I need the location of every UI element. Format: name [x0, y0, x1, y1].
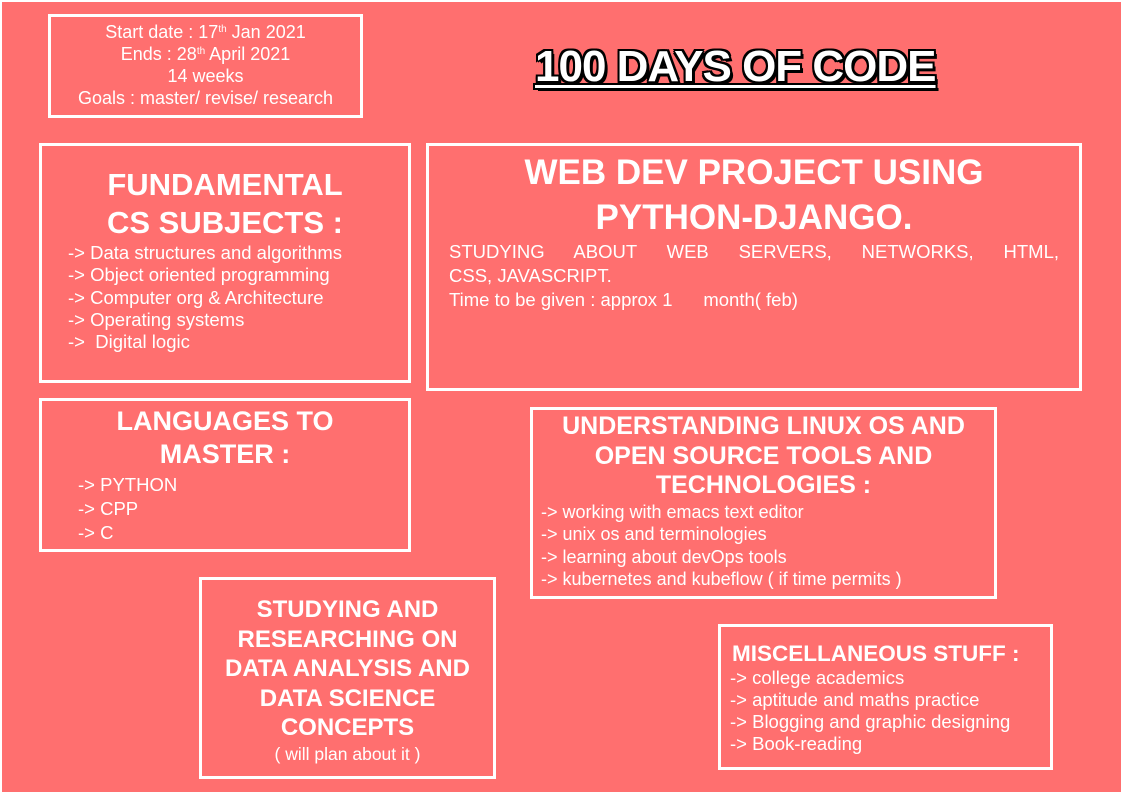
web-dev-text-line2: CSS, JAVASCRIPT. [449, 265, 612, 286]
data-science-heading-line: CONCEPTS [280, 714, 415, 741]
start-date: Start date : 17th Jan 2021 [51, 21, 360, 43]
linux-heading-line3: TECHNOLOGIES : [655, 471, 872, 499]
languages-heading: LANGUAGES TO MASTER : [42, 405, 408, 471]
data-science-heading-line: STUDYING AND [256, 596, 439, 623]
linux-heading: UNDERSTANDING LINUX OS AND OPEN SOURCE T… [533, 412, 994, 501]
data-science-heading-line: DATA ANALYSIS AND [225, 655, 470, 682]
start-date-sup: th [218, 24, 227, 35]
poster-title: 100 DAYS OF CODE [535, 42, 937, 91]
languages-heading-line2: MASTER : [159, 439, 291, 469]
list-item: -> unix os and terminologies [541, 524, 767, 544]
data-science-note: ( will plan about it ) [274, 743, 421, 764]
list-item: -> Data structures and algorithms [68, 242, 343, 263]
web-dev-heading-line2: PYTHON-DJANGO. [595, 198, 913, 237]
list-item: -> Computer org & Architecture [68, 286, 324, 308]
end-date-sup: th [196, 46, 206, 57]
languages-box: LANGUAGES TO MASTER : -> PYTHON -> CPP -… [39, 398, 411, 552]
data-science-heading-line: DATA SCIENCE [259, 684, 436, 712]
misc-heading: MISCELLANEOUS STUFF : [732, 641, 1020, 666]
list-item: -> working with emacs text editor [541, 501, 804, 522]
goals-text: Goals : master/ revise/ research [77, 88, 334, 108]
list-item: -> Digital logic [68, 331, 190, 353]
start-date-prefix: Start date : 17 [105, 22, 219, 42]
fundamental-heading: FUNDAMENTAL CS SUBJECTS : [42, 166, 408, 242]
fundamental-list: -> Data structures and algorithms -> Obj… [68, 242, 408, 353]
languages-list: -> PYTHON -> CPP -> C [78, 473, 408, 545]
misc-list: -> college academics -> aptitude and mat… [730, 667, 1050, 755]
list-item: -> Object oriented programming [68, 264, 330, 286]
fundamental-cs-box: FUNDAMENTAL CS SUBJECTS : -> Data struct… [39, 143, 411, 383]
web-dev-time-line: Time to be given : approx 1 month( feb) [449, 289, 798, 310]
linux-heading-line2: OPEN SOURCE TOOLS AND [594, 441, 933, 470]
list-item: -> Book-reading [730, 733, 863, 754]
data-science-box: STUDYING AND RESEARCHING ON DATA ANALYSI… [199, 577, 496, 779]
miscellaneous-box: MISCELLANEOUS STUFF : -> college academi… [718, 624, 1053, 770]
list-item: -> college academics [730, 667, 905, 688]
web-dev-heading-line1: WEB DEV PROJECT USING [524, 153, 984, 192]
schedule-info-box: Start date : 17th Jan 2021 Ends : 28th A… [48, 14, 363, 118]
list-item: -> aptitude and maths practice [730, 689, 980, 710]
data-science-heading: STUDYING AND RESEARCHING ON DATA ANALYSI… [202, 595, 493, 743]
poster-sheet: Start date : 17th Jan 2021 Ends : 28th A… [2, 2, 1121, 792]
end-date: Ends : 28th April 2021 [51, 43, 360, 65]
data-science-heading-line: RESEARCHING ON [237, 625, 458, 653]
list-item: -> learning about devOps tools [541, 546, 787, 567]
list-item: -> Blogging and graphic designing [730, 711, 1011, 732]
end-date-suffix: April 2021 [205, 44, 291, 64]
end-date-prefix: Ends : 28 [120, 44, 197, 64]
languages-heading-line1: LANGUAGES TO [116, 406, 334, 436]
list-item: -> PYTHON [78, 474, 178, 495]
web-dev-box: WEB DEV PROJECT USING PYTHON-DJANGO. STU… [426, 143, 1082, 391]
linux-opensource-box: UNDERSTANDING LINUX OS AND OPEN SOURCE T… [530, 407, 997, 599]
start-date-suffix: Jan 2021 [226, 22, 306, 42]
web-dev-text-line1: STUDYING ABOUT WEB SERVERS, NETWORKS, HT… [449, 241, 1059, 262]
list-item: -> C [78, 522, 114, 543]
list-item: -> CPP [78, 498, 139, 519]
fundamental-heading-line2: CS SUBJECTS : [107, 205, 343, 240]
linux-heading-line1: UNDERSTANDING LINUX OS AND [562, 412, 965, 440]
fundamental-heading-line1: FUNDAMENTAL [107, 167, 343, 202]
list-item: -> kubernetes and kubeflow ( if time per… [541, 569, 902, 589]
list-item: -> Operating systems [68, 308, 245, 330]
web-dev-heading: WEB DEV PROJECT USING PYTHON-DJANGO. [429, 150, 1079, 240]
linux-list: -> working with emacs text editor -> uni… [541, 501, 994, 591]
duration-weeks: 14 weeks [167, 66, 244, 86]
